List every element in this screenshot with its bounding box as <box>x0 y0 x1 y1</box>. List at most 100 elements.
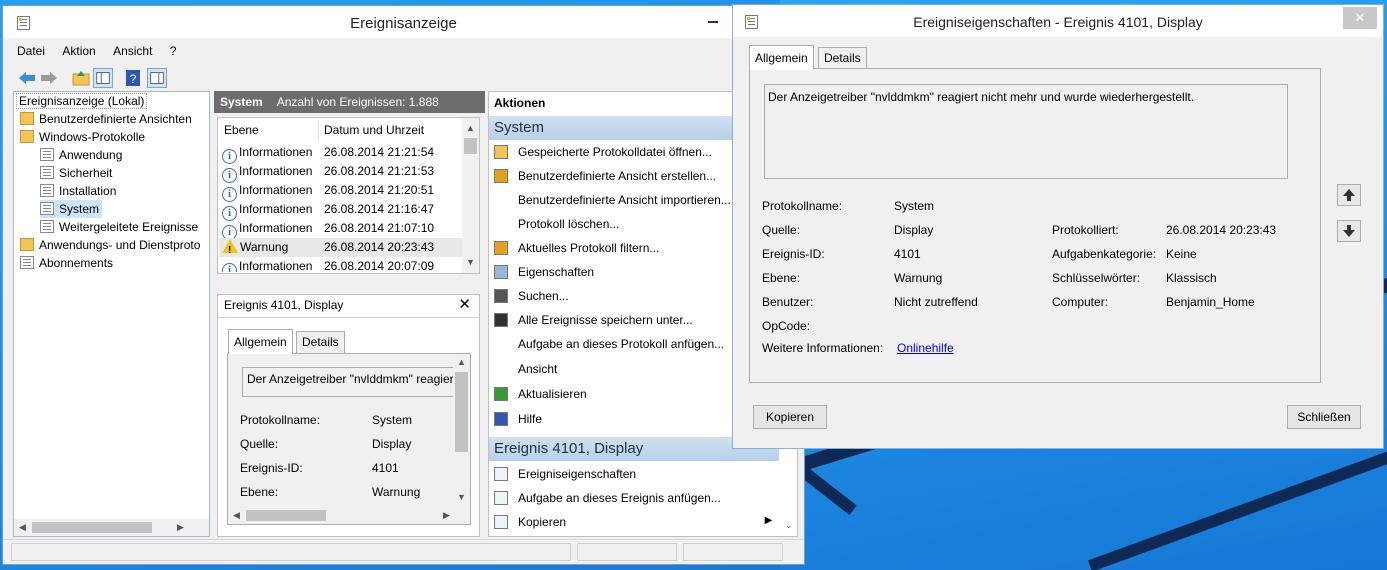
tab-details[interactable]: Details <box>818 47 867 69</box>
scroll-left-arrow[interactable]: ◀ <box>228 507 245 524</box>
event-row[interactable]: i Informationen <box>222 143 312 164</box>
scroll-right-arrow[interactable]: ▶ <box>172 519 189 536</box>
tab-details[interactable]: Details <box>296 331 345 353</box>
tree-log-installation[interactable]: Installation <box>40 182 116 200</box>
tree-log-anwendung[interactable]: Anwendung <box>40 146 122 164</box>
tree-log-label: System <box>59 202 100 216</box>
menu-ansicht[interactable]: Ansicht <box>113 44 152 58</box>
tree-log-system[interactable]: System <box>40 200 102 218</box>
event-level: Informationen <box>239 202 313 216</box>
close-dialog-button[interactable]: Schließen <box>1287 405 1361 429</box>
scrollbar-thumb[interactable] <box>455 372 468 452</box>
up-folder-icon[interactable] <box>71 68 91 88</box>
action-label: Aufgabe an dieses Ereignis anfügen... <box>518 491 721 505</box>
menu-aktion[interactable]: Aktion <box>62 44 95 58</box>
action-item[interactable]: Benutzerdefinierte Ansicht erstellen... <box>494 164 716 188</box>
dialog-tab-content: Der Anzeigetreiber "nvlddmkm" reagiert n… <box>749 68 1321 383</box>
field-value: Display <box>894 223 934 237</box>
action-item[interactable]: Protokoll löschen... <box>494 212 619 236</box>
action-item[interactable]: Suchen... <box>494 284 569 308</box>
event-row[interactable]: i Informationen <box>222 181 312 202</box>
find-icon <box>494 289 508 303</box>
action-item[interactable]: Benutzerdefinierte Ansicht importieren..… <box>494 188 731 212</box>
field-value: Klassisch <box>1166 271 1217 285</box>
open-folder-icon <box>494 145 508 159</box>
preview-field-value: Display <box>372 437 412 451</box>
action-item[interactable]: Aktualisieren <box>494 382 587 406</box>
next-event-button[interactable] <box>1337 220 1361 242</box>
tree-app-services[interactable]: Anwendungs- und Dienstproto <box>20 236 200 254</box>
action-item[interactable]: Gespeicherte Protokolldatei öffnen... <box>494 140 712 164</box>
dialog-title-bar[interactable]: Ereigniseigenschaften - Ereignis 4101, D… <box>733 5 1383 37</box>
tree-log-label: Installation <box>59 184 117 198</box>
help-icon[interactable]: ? <box>123 68 143 88</box>
minimize-button[interactable] <box>705 14 721 28</box>
action-item[interactable]: Eigenschaften <box>494 260 594 284</box>
event-count: Anzahl von Ereignissen: 1.888 <box>276 95 439 109</box>
event-list-scrollbar[interactable]: ▲ ▼ <box>462 118 479 273</box>
menu-help[interactable]: ? <box>170 44 177 58</box>
title-bar[interactable]: Ereignisanzeige <box>3 6 804 38</box>
column-header-level[interactable]: Ebene <box>224 120 259 140</box>
action-item[interactable]: Aufgabe an dieses Ereignis anfügen... <box>494 486 721 510</box>
event-row[interactable]: i Informationen <box>222 257 312 272</box>
tree-log-label: Anwendung <box>59 148 123 162</box>
blank-icon <box>494 193 508 207</box>
preview-field-value: Warnung <box>372 485 421 499</box>
tab-allgemein[interactable]: Allgemein <box>749 45 814 70</box>
preview-tab-content: Der Anzeigetreiber "nvlddmkm" reagier Pr… <box>227 353 471 525</box>
scrollbar-thumb[interactable] <box>246 510 326 521</box>
scroll-down-arrow[interactable]: ▼ <box>462 254 479 271</box>
tree-log-label: Weitergeleitete Ereignisse <box>59 220 199 234</box>
copy-button[interactable]: Kopieren <box>753 405 827 429</box>
tree-hscrollbar[interactable]: ◀ ▶ <box>14 519 209 536</box>
tree-log-forwarded[interactable]: Weitergeleitete Ereignisse <box>40 218 198 236</box>
action-item[interactable]: Alle Ereignisse speichern unter... <box>494 308 693 332</box>
arrow-up-icon <box>1343 189 1355 201</box>
event-row[interactable]: i Informationen <box>222 219 312 240</box>
tree-subscriptions[interactable]: Abonnements <box>20 254 113 272</box>
tab-allgemein[interactable]: Allgemein <box>228 329 293 354</box>
scrollbar-thumb[interactable] <box>464 138 477 154</box>
tree-app-services-label: Anwendungs- und Dienstproto <box>39 238 201 252</box>
back-arrow-icon[interactable] <box>17 68 37 88</box>
properties-icon <box>494 467 508 481</box>
tree-root[interactable]: Ereignisanzeige (Lokal) <box>16 92 148 110</box>
menu-datei[interactable]: Datei <box>17 44 45 58</box>
scrollbar-thumb[interactable] <box>32 522 152 533</box>
action-item[interactable]: Ansicht <box>494 357 557 381</box>
column-header-date[interactable]: Datum und Uhrzeit <box>324 120 424 140</box>
scroll-up-arrow[interactable]: ▲ <box>462 120 479 137</box>
event-row[interactable]: i Informationen <box>222 162 312 183</box>
action-item[interactable]: Ereigniseigenschaften <box>494 462 636 486</box>
preview-vscrollbar[interactable]: ▲ ▼ <box>453 354 470 506</box>
online-help-link[interactable]: Onlinehilfe <box>897 341 954 355</box>
action-item[interactable]: Hilfe <box>494 407 542 431</box>
show-tree-icon[interactable] <box>93 68 113 88</box>
close-icon[interactable]: ✕ <box>458 295 471 313</box>
tree-windows-logs[interactable]: Windows-Protokolle <box>20 128 145 146</box>
tree-log-sicherheit[interactable]: Sicherheit <box>40 164 112 182</box>
preview-title: Ereignis 4101, Display <box>224 298 344 312</box>
forward-arrow-icon[interactable] <box>39 68 59 88</box>
warning-icon <box>222 239 238 260</box>
folder-icon <box>20 130 34 143</box>
show-actions-icon[interactable] <box>147 68 167 88</box>
action-item[interactable]: Aktuelles Protokoll filtern... <box>494 236 659 260</box>
window-title: Ereignisanzeige <box>350 15 457 32</box>
close-button[interactable]: ✕ <box>1343 7 1377 29</box>
navigation-tree: Ereignisanzeige (Lokal) Benutzerdefinier… <box>13 91 210 537</box>
preview-hscrollbar[interactable]: ◀ ▶ <box>228 507 455 524</box>
scroll-left-arrow[interactable]: ◀ <box>14 519 31 536</box>
event-row[interactable]: i Informationen <box>222 200 313 221</box>
previous-event-button[interactable] <box>1337 184 1361 206</box>
scroll-right-arrow[interactable]: ▶ <box>438 507 455 524</box>
action-label: Hilfe <box>518 412 543 426</box>
field-value: Benjamin_Home <box>1166 295 1255 309</box>
scroll-up-arrow[interactable]: ▲ <box>453 354 470 371</box>
scroll-down-arrow[interactable]: ⌄ <box>780 517 797 534</box>
action-item[interactable]: Aufgabe an dieses Protokoll anfügen... <box>494 332 724 356</box>
scroll-down-arrow[interactable]: ▼ <box>453 489 470 506</box>
tree-custom-views[interactable]: Benutzerdefinierte Ansichten <box>20 110 192 128</box>
action-item[interactable]: Kopieren <box>494 510 566 534</box>
